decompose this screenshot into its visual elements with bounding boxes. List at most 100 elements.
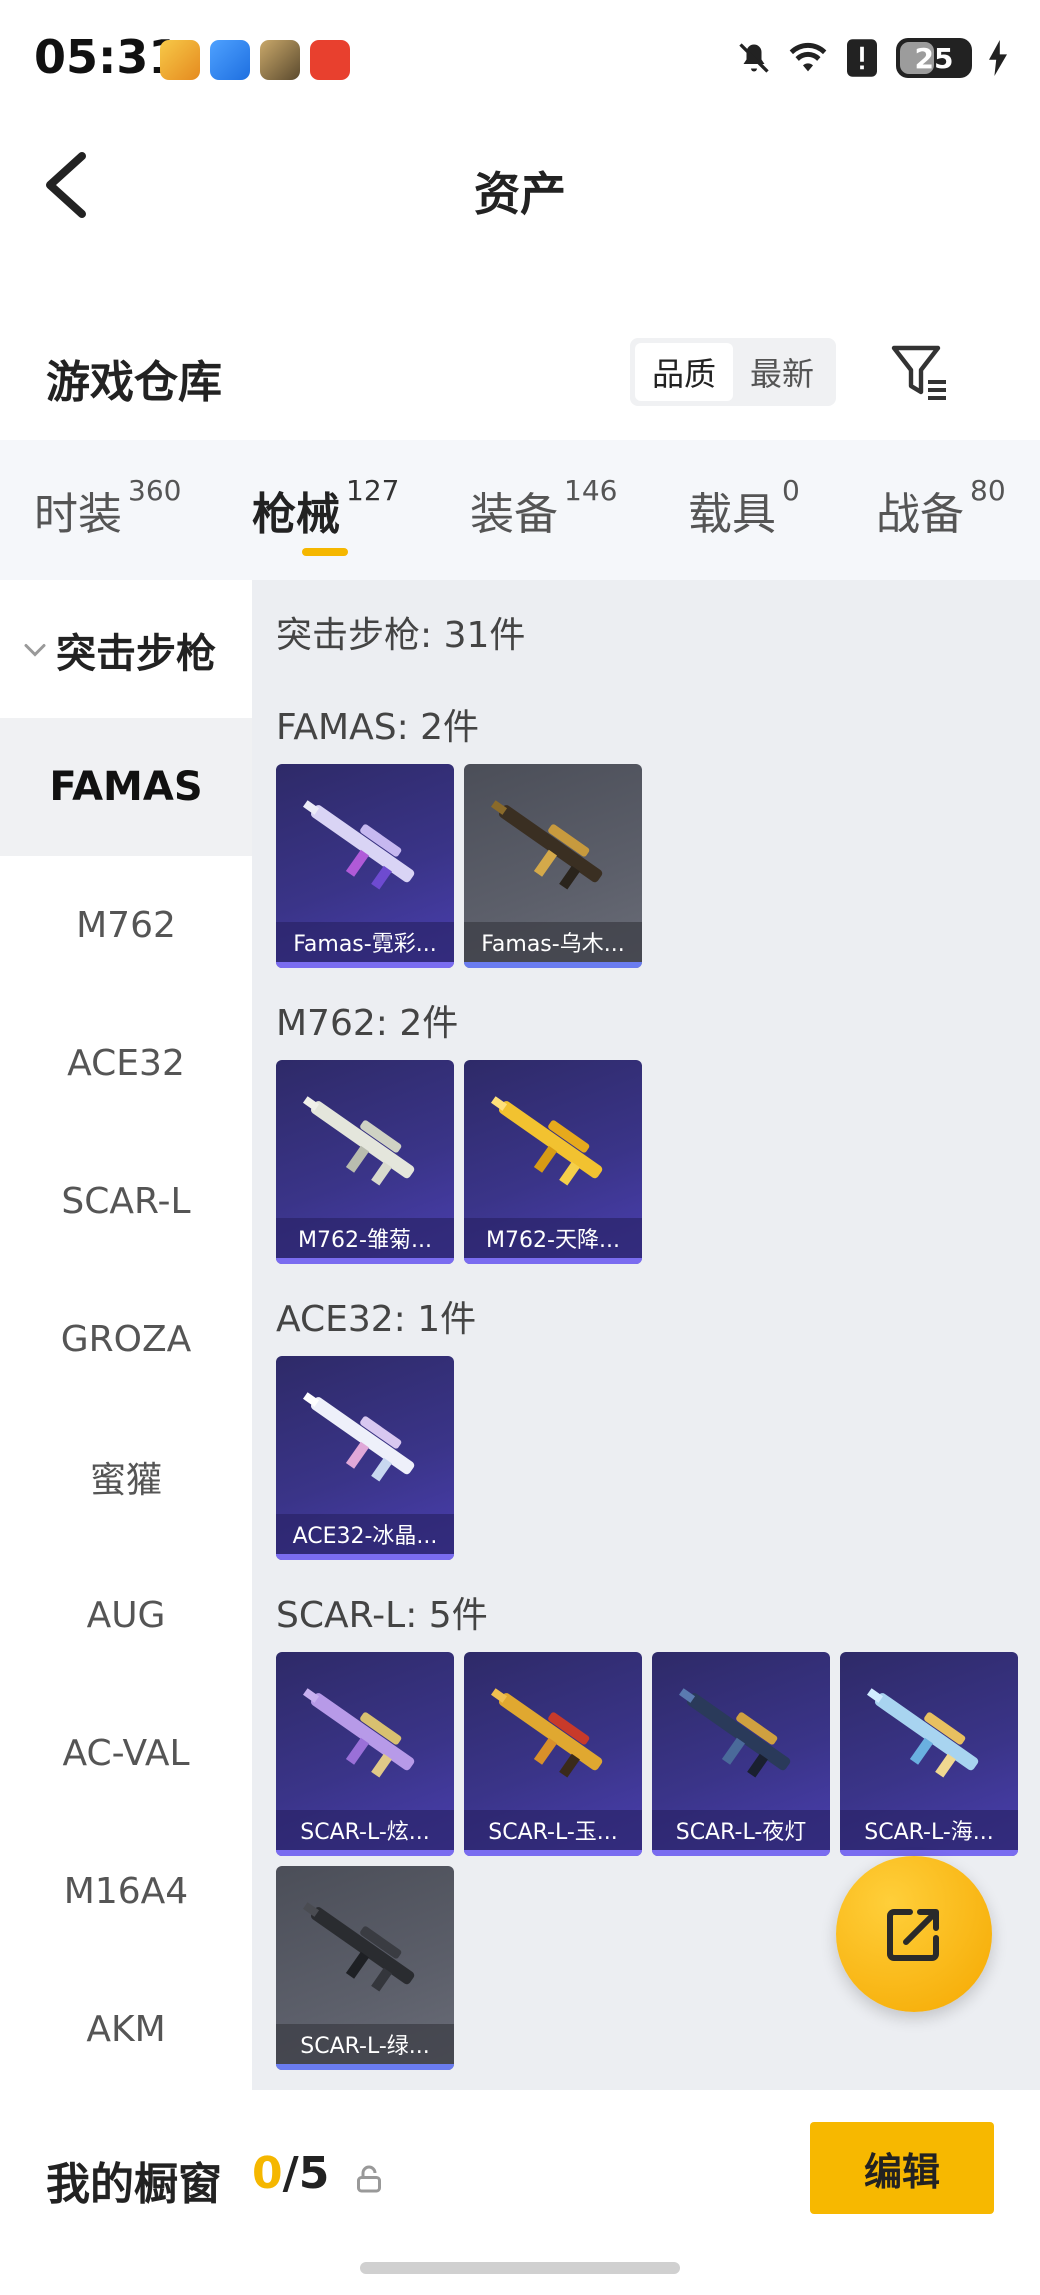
game-app-icon	[160, 40, 200, 80]
skin-card[interactable]: SCAR-L-玉...	[464, 1652, 642, 1856]
share-fab-button[interactable]	[836, 1856, 992, 2012]
rifle-skin-icon	[490, 800, 603, 890]
skin-name: Famas-乌木...	[464, 922, 642, 962]
category-tabs: 时装 360 枪械 127 装备 146 载具 0 战备 80	[0, 440, 1040, 580]
sidebar-item-famas[interactable]: FAMAS	[0, 718, 252, 856]
alert-icon	[842, 38, 882, 78]
wifi-icon	[788, 38, 828, 78]
sidebar-item-akm[interactable]: AKM	[0, 1960, 252, 2098]
tab-count: 0	[782, 474, 800, 507]
top-nav: 资产	[0, 120, 1040, 250]
tab-count: 80	[970, 474, 1006, 507]
tab-count: 127	[346, 474, 400, 507]
category-header-assault-rifles[interactable]: 突击步枪	[0, 580, 252, 720]
sort-quality-button[interactable]: 品质	[635, 343, 733, 401]
section-title-famas: FAMAS: 2件	[276, 707, 480, 748]
share-external-icon	[887, 1909, 939, 1961]
battery-level: 25	[914, 41, 954, 75]
tab-label: 时装	[34, 489, 122, 540]
sidebar-item-ace32[interactable]: ACE32	[0, 994, 252, 1132]
sort-toggle: 品质 最新	[630, 338, 836, 406]
rifle-skin-icon	[678, 1688, 791, 1778]
skin-card[interactable]: Famas-乌木...	[464, 764, 642, 968]
skin-card[interactable]: M762-雏菊...	[276, 1060, 454, 1264]
rifle-skin-icon	[302, 1902, 415, 1992]
mute-icon	[734, 38, 774, 78]
tab-label: 装备	[470, 489, 558, 540]
pubg-app-icon	[260, 40, 300, 80]
tab-count: 360	[128, 474, 182, 507]
skin-name: Famas-霓彩...	[276, 922, 454, 962]
sidebar-item-honey-badger[interactable]: 蜜獾	[0, 1408, 252, 1546]
skin-card[interactable]: SCAR-L-海...	[840, 1652, 1018, 1856]
showcase-bar: 我的橱窗 0/5 编辑	[0, 2090, 1040, 2295]
tab-label: 枪械	[252, 489, 340, 540]
rifle-skin-icon	[302, 800, 415, 890]
tab-supplies[interactable]: 战备 80	[876, 474, 1006, 542]
section-title-scar-l: SCAR-L: 5件	[276, 1595, 488, 1636]
edit-button[interactable]: 编辑	[810, 2122, 994, 2214]
tab-firearms[interactable]: 枪械 127	[252, 474, 399, 542]
rarity-bar	[276, 1554, 454, 1560]
lock-icon	[357, 2165, 381, 2193]
rarity-bar	[276, 962, 454, 968]
skin-name: SCAR-L-绿...	[276, 2024, 454, 2064]
sort-newest-button[interactable]: 最新	[733, 343, 831, 401]
showcase-count: 0/5	[252, 2148, 329, 2199]
skin-name: M762-雏菊...	[276, 1218, 454, 1258]
skin-card[interactable]: SCAR-L-炫...	[276, 1652, 454, 1856]
rifle-skin-icon	[490, 1688, 603, 1778]
charging-icon	[986, 38, 1010, 78]
skin-name: SCAR-L-炫...	[276, 1810, 454, 1850]
sidebar-item-ac-val[interactable]: AC-VAL	[0, 1684, 252, 1822]
rarity-bar	[276, 1850, 454, 1856]
sidebar-item-m16a4[interactable]: M16A4	[0, 1822, 252, 1960]
tab-label: 战备	[876, 489, 964, 540]
skin-name: ACE32-冰晶...	[276, 1514, 454, 1554]
tab-vehicles[interactable]: 载具 0	[688, 474, 800, 542]
skin-card[interactable]: M762-天降...	[464, 1060, 642, 1264]
skin-card[interactable]: Famas-霓彩...	[276, 764, 454, 968]
tab-fashion[interactable]: 时装 360	[34, 474, 181, 542]
skin-name: SCAR-L-海...	[840, 1810, 1018, 1850]
showcase-count-current: 0	[252, 2148, 283, 2199]
tab-count: 146	[564, 474, 618, 507]
weather-app-icon	[210, 40, 250, 80]
weapon-sidebar: 突击步枪 FAMAS M762 ACE32 SCAR-L GROZA 蜜獾 AU…	[0, 580, 252, 2090]
skin-name: SCAR-L-玉...	[464, 1810, 642, 1850]
rarity-bar	[652, 1850, 830, 1856]
filter-button[interactable]	[888, 340, 952, 404]
page-title: 资产	[474, 167, 566, 221]
skin-card[interactable]: SCAR-L-绿...	[276, 1866, 454, 2070]
filter-icon	[891, 345, 946, 400]
notification-app-icons	[160, 40, 350, 80]
skin-card[interactable]: ACE32-冰晶...	[276, 1356, 454, 1560]
showcase-label: 我的橱窗	[46, 2159, 222, 2210]
rifle-skin-icon	[490, 1096, 603, 1186]
rarity-bar	[464, 1850, 642, 1856]
rarity-bar	[276, 1258, 454, 1264]
rifle-skin-icon	[302, 1392, 415, 1482]
chevron-down-icon	[24, 644, 46, 657]
rifle-skin-icon	[302, 1096, 415, 1186]
category-summary: 突击步枪: 31件	[276, 615, 526, 656]
skin-name: M762-天降...	[464, 1218, 642, 1258]
rarity-bar	[840, 1850, 1018, 1856]
tab-label: 载具	[688, 489, 776, 540]
battery-icon: 25	[896, 38, 972, 78]
home-indicator[interactable]	[360, 2262, 680, 2274]
tab-equipment[interactable]: 装备 146	[470, 474, 617, 542]
clock: 05:31	[34, 30, 181, 84]
sidebar-item-aug[interactable]: AUG	[0, 1546, 252, 1684]
sidebar-item-groza[interactable]: GROZA	[0, 1270, 252, 1408]
category-label: 突击步枪	[56, 631, 216, 677]
skin-name: SCAR-L-夜灯	[652, 1810, 830, 1850]
rarity-bar	[464, 962, 642, 968]
rifle-skin-icon	[866, 1688, 979, 1778]
skin-card[interactable]: SCAR-L-夜灯	[652, 1652, 830, 1856]
showcase-count-total: /5	[282, 2148, 330, 2199]
sidebar-item-scar-l[interactable]: SCAR-L	[0, 1132, 252, 1270]
sidebar-item-m762[interactable]: M762	[0, 856, 252, 994]
status-bar: 05:31 25	[0, 0, 1040, 120]
rarity-bar	[276, 2064, 454, 2070]
